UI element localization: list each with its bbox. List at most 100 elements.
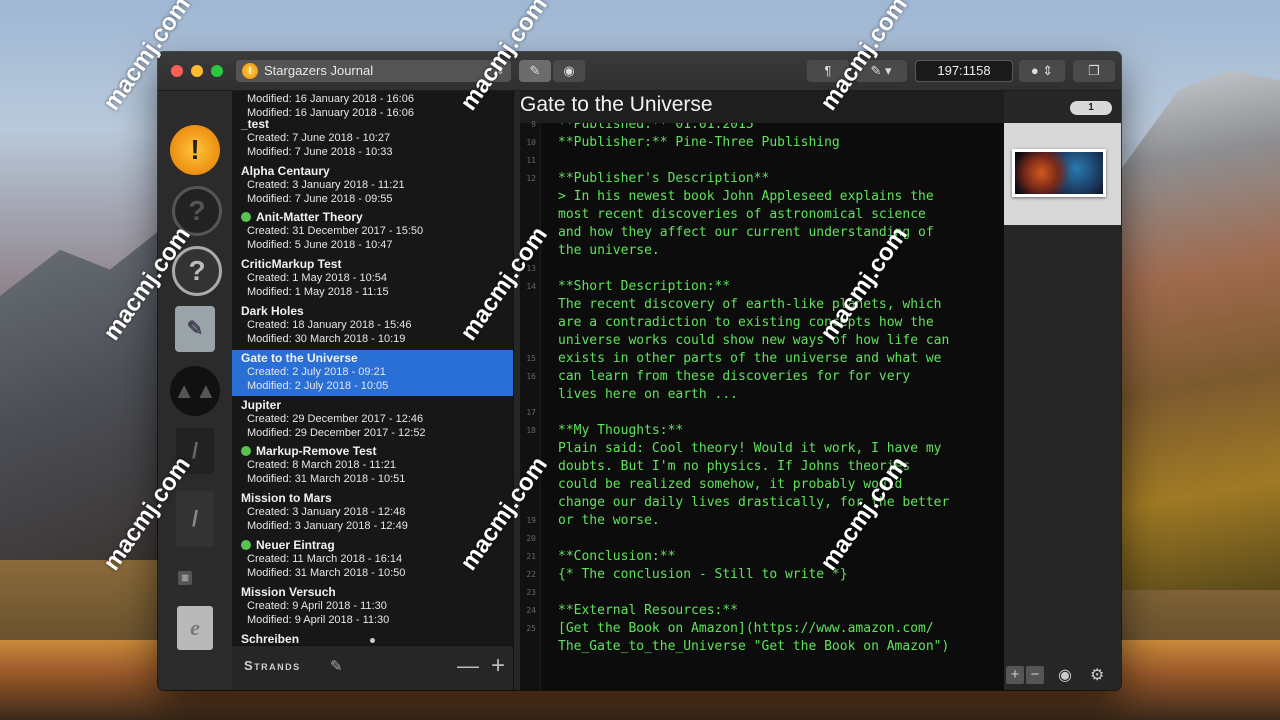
close-window-button[interactable] — [171, 65, 183, 77]
add-image-button[interactable]: + — [1006, 666, 1024, 684]
line-number: 11 — [526, 156, 536, 165]
entry-created: Created: 3 January 2018 - 11:21 — [247, 179, 405, 191]
code-line: **Published:** 01.01.2015 — [558, 123, 754, 132]
journal-ebook-icon[interactable]: e — [177, 606, 213, 650]
journal-book-icon-2[interactable]: / — [176, 491, 214, 547]
entry-modified: Modified: 31 March 2018 - 10:51 — [247, 473, 406, 485]
code-line: and how they affect our current understa… — [558, 225, 934, 240]
list-item[interactable]: CriticMarkup Test Created: 1 May 2018 - … — [232, 256, 513, 302]
entry-created: Created: 18 January 2018 - 15:46 — [247, 319, 412, 331]
entry-modified: Modified: 2 July 2018 - 10:05 — [247, 380, 389, 392]
titlebar: ! Stargazers Journal ⇕ ✎ ◉ ¶ ✎ ▾ 197:115… — [158, 52, 1121, 91]
add-entry-button[interactable]: + — [491, 652, 505, 680]
code-line: > In his newest book John Appleseed expl… — [558, 189, 934, 204]
code-line: doubts. But I'm no physics. If Johns the… — [558, 459, 911, 474]
tag-dot-icon — [241, 446, 251, 456]
line-number: 12 — [526, 174, 536, 183]
entry-created: Created: 8 March 2018 - 11:21 — [247, 459, 396, 471]
journal-notebook-icon[interactable]: ✎ — [175, 306, 215, 352]
line-number: 24 — [526, 606, 536, 615]
tag-dot-icon — [241, 212, 251, 222]
document-title[interactable]: Gate to the Universe — [520, 91, 1004, 123]
eye-icon[interactable]: ◉ — [1058, 665, 1072, 685]
line-number: 22 — [526, 570, 536, 579]
list-item[interactable]: Anit-Matter Theory Created: 31 December … — [232, 209, 513, 255]
code-line: universe works could show new ways of ho… — [558, 333, 950, 348]
image-thumbnail[interactable] — [1012, 149, 1106, 197]
code-line: **External Resources:** — [558, 603, 739, 618]
gear-icon[interactable]: ⚙ — [1090, 665, 1104, 685]
entry-modified: Modified: 7 June 2018 - 09:55 — [247, 193, 393, 205]
zoom-window-button[interactable] — [211, 65, 223, 77]
copy-button[interactable]: ❐ — [1073, 60, 1115, 82]
line-number: 15 — [526, 354, 536, 363]
pencil-icon: ✎ — [529, 63, 541, 78]
remove-image-button[interactable]: − — [1026, 666, 1044, 684]
line-number: 14 — [526, 282, 536, 291]
journal-small-icon[interactable]: ▥ — [178, 571, 192, 585]
journal-warning-icon[interactable]: ! — [170, 125, 220, 175]
line-number: 18 — [526, 426, 536, 435]
code-line: can learn from these discoveries for for… — [558, 369, 911, 384]
code-line: **Short Description:** — [558, 279, 731, 294]
record-icon: ● ⇕ — [1030, 63, 1054, 78]
page-indicator-dot — [370, 638, 375, 643]
entry-modified: Modified: 30 March 2018 - 10:19 — [247, 333, 406, 345]
tag-dot-icon — [241, 540, 251, 550]
entry-title: Anit-Matter Theory — [256, 210, 363, 224]
entry-modified: Modified: 9 April 2018 - 11:30 — [247, 614, 390, 626]
code-line: {* The conclusion - Still to write *} — [558, 567, 848, 582]
list-item[interactable]: Markup-Remove Test Created: 8 March 2018… — [232, 443, 513, 489]
app-window: ! Stargazers Journal ⇕ ✎ ◉ ¶ ✎ ▾ 197:115… — [158, 52, 1121, 690]
preview-mode-button[interactable]: ◉ — [553, 60, 585, 82]
list-item-selected[interactable]: Gate to the Universe Created: 2 July 201… — [232, 350, 513, 396]
line-number: 21 — [526, 552, 536, 561]
list-item[interactable]: Jupiter Created: 29 December 2017 - 12:4… — [232, 397, 513, 443]
entry-title: Jupiter — [241, 398, 282, 412]
thumbnail-area — [1004, 123, 1121, 225]
code-line: or the worse. — [558, 513, 660, 528]
markdown-editor[interactable]: **Published:** 01.01.2015 **Publisher:** … — [558, 123, 992, 690]
line-number: 25 — [526, 624, 536, 633]
entry-title: _test — [241, 117, 270, 131]
list-item[interactable]: Mission Versuch Created: 9 April 2018 - … — [232, 584, 513, 630]
entry-title: CriticMarkup Test — [241, 257, 342, 271]
line-number: 23 — [526, 588, 536, 597]
code-line: could be realized somehow, it probably w… — [558, 477, 903, 492]
line-number: 10 — [526, 138, 536, 147]
code-line: Plain said: Cool theory! Would it work, … — [558, 441, 942, 456]
word-character-counter: 197:1158 — [915, 60, 1013, 82]
minimize-window-button[interactable] — [191, 65, 203, 77]
code-line: The recent discovery of earth-like plane… — [558, 297, 942, 312]
code-line: **My Thoughts:** — [558, 423, 684, 438]
code-line: exists in other parts of the universe an… — [558, 351, 942, 366]
list-item[interactable]: Mission to Mars Created: 3 January 2018 … — [232, 490, 513, 536]
list-footer: Strands ✎ — + — [232, 638, 513, 690]
line-number: 17 — [526, 408, 536, 417]
entry-created: Created: 29 December 2017 - 12:46 — [247, 413, 424, 425]
entry-modified: Modified: 5 June 2018 - 10:47 — [247, 239, 393, 251]
strands-label[interactable]: Strands — [244, 658, 301, 673]
record-button[interactable]: ● ⇕ — [1019, 60, 1065, 82]
journal-icon-bar: ! ? ? ✎ ▲▲ / / ▥ e — [158, 91, 232, 690]
copy-icon: ❐ — [1088, 63, 1100, 78]
entry-title: Mission Versuch — [241, 585, 336, 599]
journal-cat-icon[interactable]: ▲▲ — [170, 366, 220, 416]
entry-modified: Modified: 29 December 2017 - 12:52 — [247, 427, 426, 439]
list-item[interactable]: _test Created: 7 June 2018 - 10:27 Modif… — [232, 116, 513, 162]
code-line: lives here on earth ... — [558, 387, 739, 402]
entry-modified: Modified: 1 May 2018 - 11:15 — [247, 286, 389, 298]
list-item[interactable]: Alpha Centaury Created: 3 January 2018 -… — [232, 163, 513, 209]
line-number: 16 — [526, 372, 536, 381]
entry-created: Created: 3 January 2018 - 12:48 — [247, 506, 406, 518]
entry-title: Gate to the Universe — [241, 351, 358, 365]
line-number: 19 — [526, 516, 536, 525]
line-number-gutter: 9 10 11 12 13 14 15 16 17 18 19 20 21 22 23 24 25 — [520, 120, 541, 690]
entry-title: Neuer Eintrag — [256, 538, 335, 552]
entry-title: Mission to Mars — [241, 491, 332, 505]
code-line: the universe. — [558, 243, 660, 258]
entry-created: Created: 2 July 2018 - 09:21 — [247, 366, 386, 378]
edit-mode-button[interactable]: ✎ — [519, 60, 551, 82]
pencil-icon[interactable]: ✎ — [330, 657, 343, 675]
remove-entry-button[interactable]: — — [457, 653, 479, 679]
